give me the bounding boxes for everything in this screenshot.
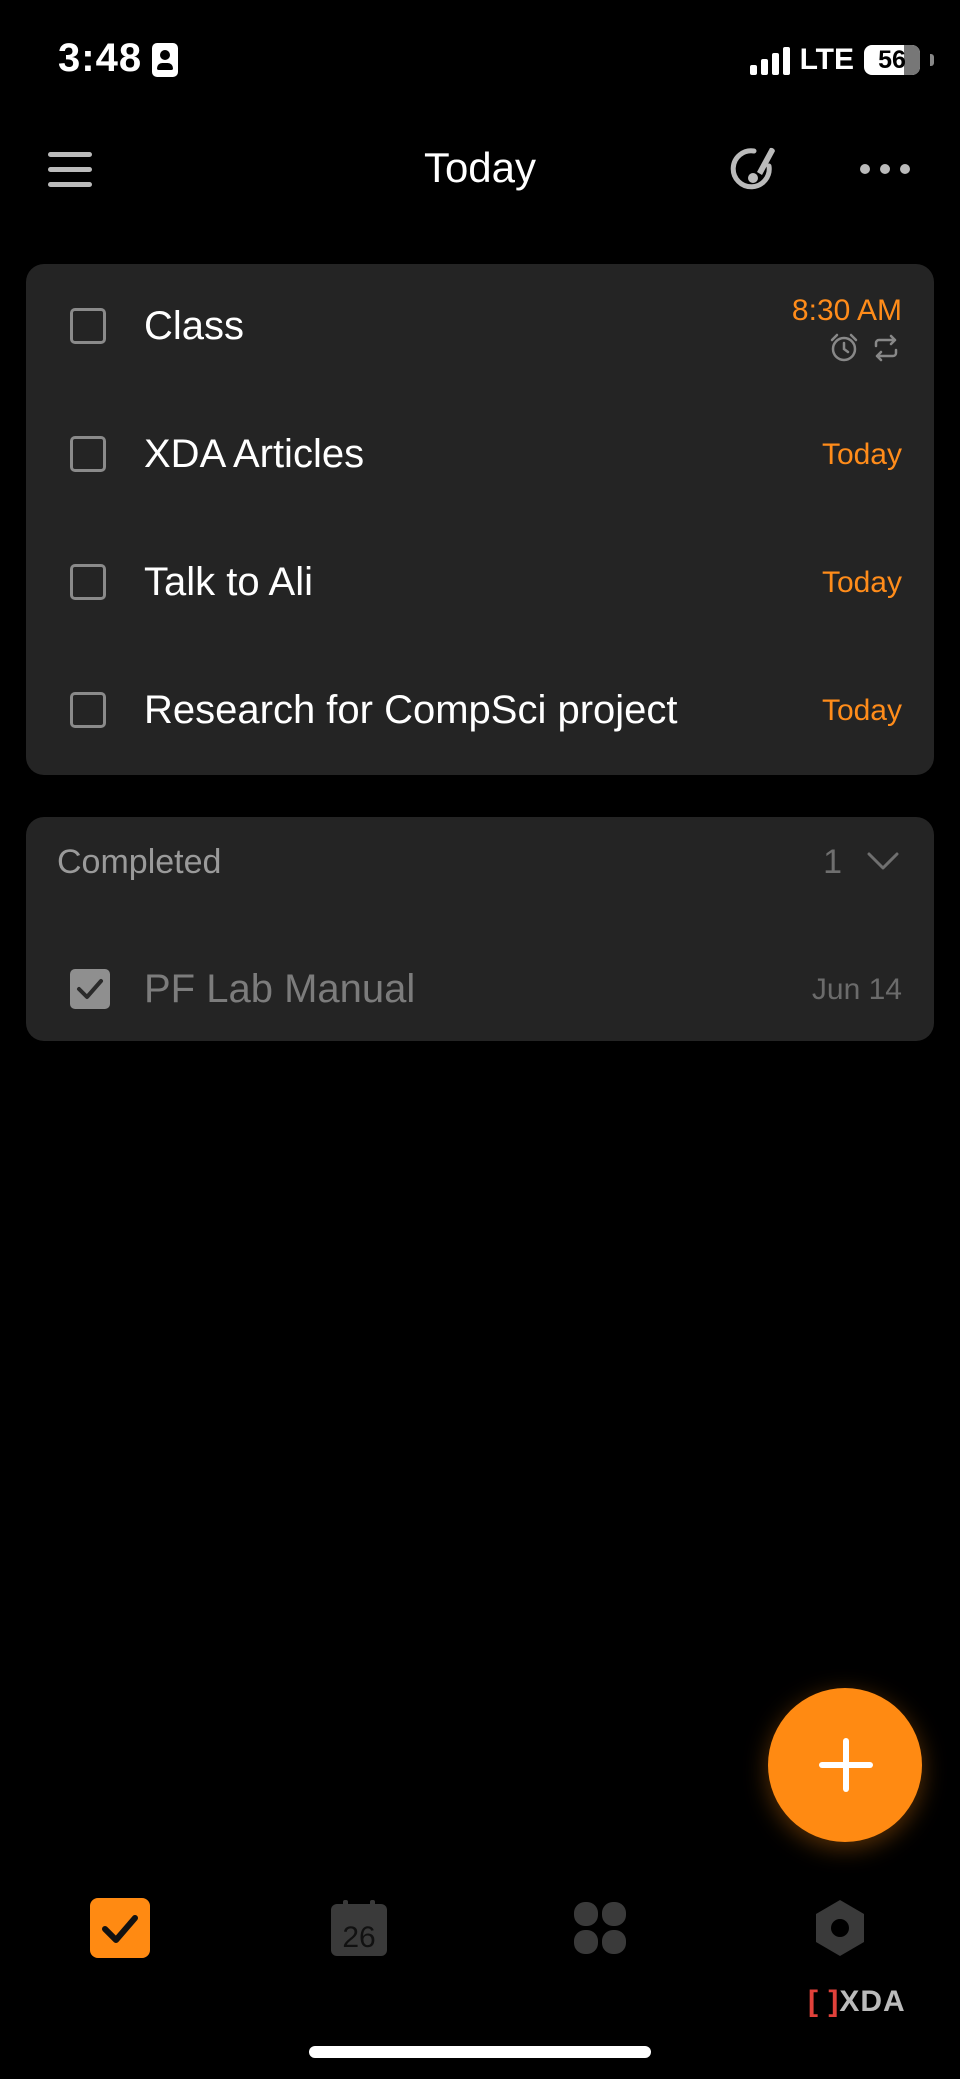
task-title: XDA Articles [144, 432, 365, 476]
contact-card-icon [152, 43, 178, 77]
checkbox-icon[interactable] [70, 436, 106, 472]
task-row[interactable]: Talk to Ali Today [26, 520, 934, 648]
more-icon[interactable] [860, 164, 910, 174]
checkmark-icon [102, 1915, 138, 1943]
task-title: Research for CompSci project [144, 688, 678, 732]
chevron-down-icon[interactable] [866, 849, 900, 873]
repeat-icon [874, 334, 898, 362]
page-title: Today [423, 144, 537, 191]
completed-count: 1 [823, 843, 842, 881]
task-date: Today [821, 566, 902, 599]
home-indicator[interactable] [309, 2046, 651, 2058]
battery-level: 56 [878, 45, 906, 74]
task-date: 8:30 AM [791, 294, 902, 327]
calendar-day: 26 [342, 1921, 375, 1954]
completed-label[interactable]: Completed [57, 843, 221, 882]
task-title: Talk to Ali [144, 560, 313, 604]
tab-tasks[interactable] [90, 1898, 150, 1958]
header: Today [0, 120, 960, 220]
tab-focus[interactable] [810, 1898, 870, 1958]
xda-watermark-logo: [ ]XDA [808, 1985, 906, 2018]
focus-icon [816, 1900, 864, 1956]
status-time: 3:48 [58, 36, 143, 80]
status-bar: 3:48 LTE 56 [0, 0, 960, 120]
alarm-icon [830, 333, 858, 362]
theme-icon[interactable] [724, 142, 778, 196]
checkbox-icon[interactable] [70, 564, 106, 600]
status-right: LTE 56 [749, 40, 934, 80]
grid-icon [574, 1902, 626, 1954]
task-row[interactable]: XDA Articles Today [26, 392, 934, 520]
task-date: Today [821, 694, 902, 727]
task-date: Today [821, 438, 902, 471]
add-task-button[interactable] [768, 1688, 922, 1842]
battery-tip [930, 54, 934, 66]
tasks-card: Class 8:30 AM XDA Articles Today Talk to… [26, 264, 934, 775]
tab-bar: 26 [0, 1880, 960, 1980]
task-row[interactable]: Research for CompSci project Today [26, 648, 934, 776]
completed-task-date: Jun 14 [811, 973, 902, 1006]
tab-calendar[interactable]: 26 [329, 1898, 389, 1958]
completed-card: Completed 1 PF Lab Manual Jun 14 [26, 817, 934, 1041]
battery-icon: 56 [864, 45, 920, 75]
tab-grid[interactable] [570, 1898, 630, 1958]
completed-task-row[interactable]: PF Lab Manual Jun 14 [26, 947, 934, 1037]
checkbox-icon[interactable] [70, 308, 106, 344]
task-meta-icons [828, 332, 902, 364]
signal-icon [749, 45, 790, 75]
task-title: Class [144, 304, 245, 348]
network-type: LTE [799, 43, 854, 76]
calendar-icon: 26 [331, 1900, 387, 1956]
completed-task-title: PF Lab Manual [144, 967, 416, 1011]
task-row[interactable]: Class 8:30 AM [26, 264, 934, 392]
checked-checkbox-icon[interactable] [70, 969, 110, 1009]
checkbox-icon[interactable] [70, 692, 106, 728]
